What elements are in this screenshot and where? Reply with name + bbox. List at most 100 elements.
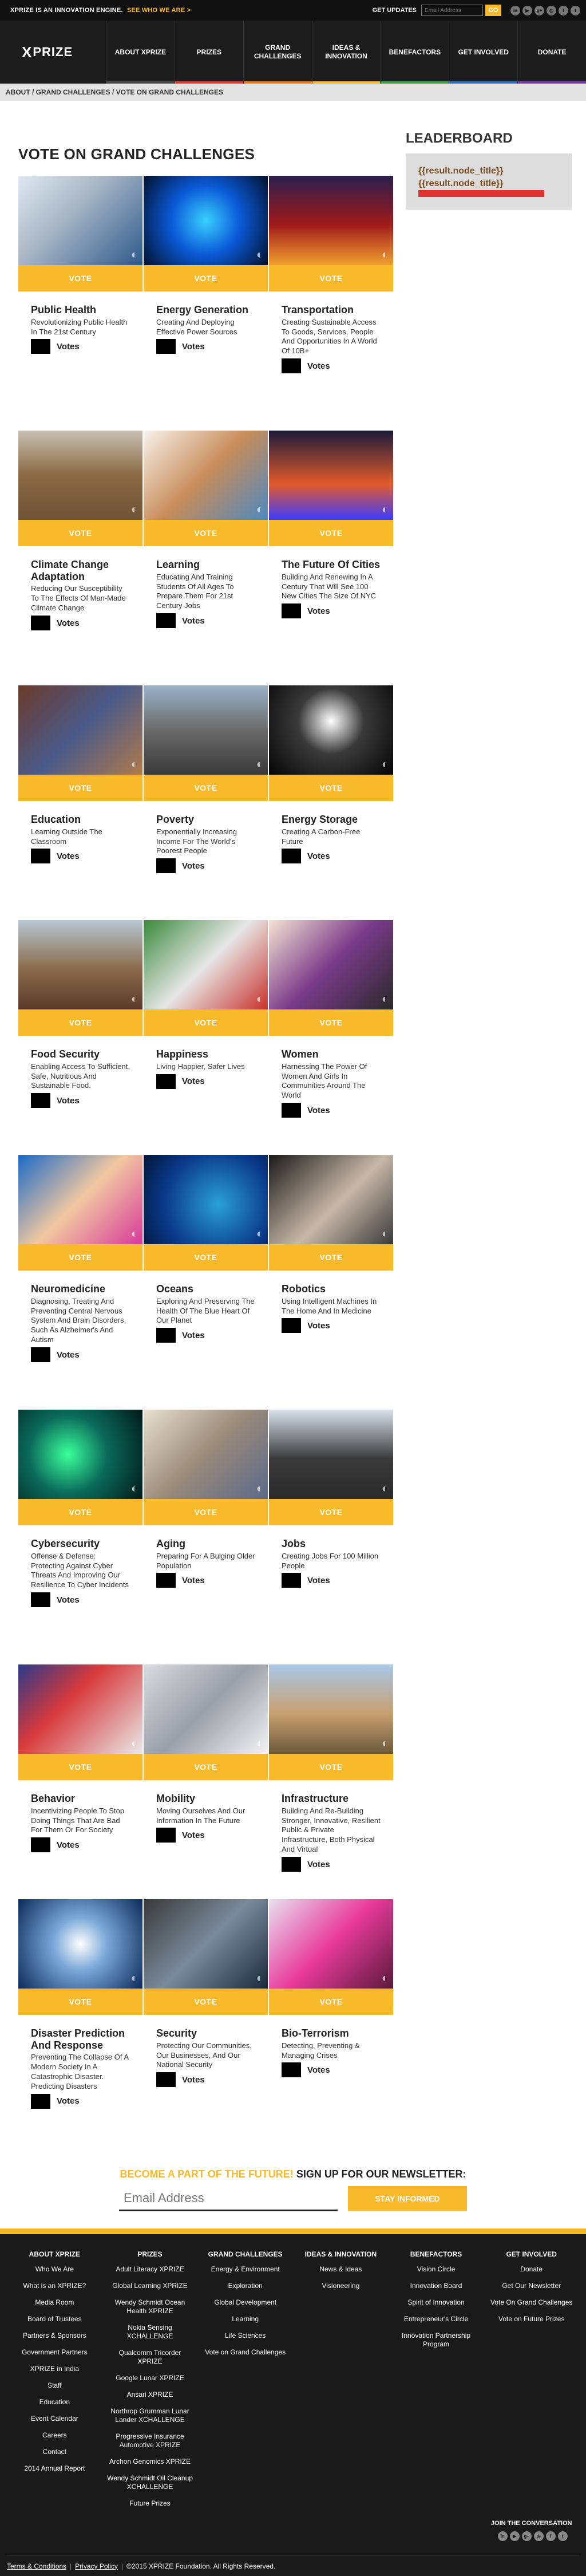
footer-link[interactable]: Staff <box>11 2381 98 2390</box>
footer-link[interactable]: Entrepreneur's Circle <box>393 2315 480 2323</box>
challenge-title[interactable]: Jobs <box>282 1538 381 1550</box>
footer-link[interactable]: Innovation Board <box>393 2282 480 2290</box>
challenge-title[interactable]: Public Health <box>31 304 130 316</box>
challenge-image[interactable]: ◐ <box>269 176 393 265</box>
vote-button[interactable]: VOTE <box>18 1754 142 1780</box>
footer-link[interactable]: Energy & Environment <box>202 2265 288 2274</box>
footer-link[interactable]: What is an XPRIZE? <box>11 2282 98 2290</box>
challenge-title[interactable]: Infrastructure <box>282 1793 381 1805</box>
nav-item-prizes[interactable]: PRIZES <box>174 21 243 84</box>
youtube-icon[interactable]: ▶ <box>509 2531 520 2541</box>
challenge-image[interactable]: ◐ <box>144 685 268 775</box>
vote-button[interactable]: VOTE <box>269 265 393 291</box>
challenge-title[interactable]: Learning <box>156 559 255 571</box>
nav-item-ideas-innovation[interactable]: IDEAS & INNOVATION <box>311 21 381 84</box>
vote-button[interactable]: VOTE <box>18 1989 142 2015</box>
challenge-title[interactable]: Mobility <box>156 1793 255 1805</box>
challenge-image[interactable]: ◐ <box>18 176 142 265</box>
xprize-logo[interactable]: X PRIZE <box>0 21 106 84</box>
stay-informed-button[interactable]: STAY INFORMED <box>348 2186 467 2211</box>
vote-button[interactable]: VOTE <box>269 1754 393 1780</box>
challenge-image[interactable]: ◐ <box>18 431 142 520</box>
challenge-image[interactable]: ◐ <box>269 431 393 520</box>
vote-button[interactable]: VOTE <box>18 775 142 801</box>
vote-button[interactable]: VOTE <box>18 520 142 546</box>
footer-link[interactable]: Education <box>11 2398 98 2407</box>
challenge-image[interactable]: ◐ <box>144 1155 268 1244</box>
breadcrumb[interactable]: ABOUT / GRAND CHALLENGES / VOTE ON GRAND… <box>0 84 586 101</box>
instagram-icon[interactable]: ◎ <box>547 5 556 15</box>
twitter-icon[interactable]: t <box>571 5 580 15</box>
footer-link[interactable]: Government Partners <box>11 2348 98 2357</box>
leaderboard-item[interactable]: {{result.node_title}} <box>418 165 559 177</box>
footer-link[interactable]: Adult Literacy XPRIZE <box>107 2265 193 2274</box>
vote-button[interactable]: VOTE <box>144 1499 268 1525</box>
footer-link[interactable]: 2014 Annual Report <box>11 2464 98 2473</box>
leaderboard-item[interactable]: {{result.node_title}} <box>418 177 559 190</box>
vote-button[interactable]: VOTE <box>144 1244 268 1271</box>
nav-item-grand-challenges[interactable]: GRAND CHALLENGES <box>243 21 312 84</box>
vote-button[interactable]: VOTE <box>144 265 268 291</box>
vote-button[interactable]: VOTE <box>269 1499 393 1525</box>
challenge-title[interactable]: Transportation <box>282 304 381 316</box>
challenge-image[interactable]: ◐ <box>269 1664 393 1754</box>
vote-button[interactable]: VOTE <box>144 775 268 801</box>
footer-link[interactable]: Contact <box>11 2448 98 2456</box>
footer-link[interactable]: Qualcomm Tricorder XPRIZE <box>107 2349 193 2366</box>
challenge-image[interactable]: ◐ <box>18 685 142 775</box>
challenge-image[interactable]: ◐ <box>269 920 393 1009</box>
challenge-title[interactable]: Education <box>31 814 130 826</box>
challenge-image[interactable]: ◐ <box>144 920 268 1009</box>
twitter-icon[interactable]: t <box>557 2531 568 2541</box>
footer-link[interactable]: Vision Circle <box>393 2265 480 2274</box>
vote-button[interactable]: VOTE <box>144 1754 268 1780</box>
challenge-image[interactable]: ◐ <box>269 1155 393 1244</box>
vote-button[interactable]: VOTE <box>269 775 393 801</box>
challenge-image[interactable]: ◐ <box>269 685 393 775</box>
privacy-link[interactable]: Privacy Policy <box>75 2562 118 2570</box>
challenge-title[interactable]: Climate Change Adaptation <box>31 559 130 582</box>
challenge-title[interactable]: Food Security <box>31 1048 130 1060</box>
challenge-title[interactable]: Bio-Terrorism <box>282 2027 381 2040</box>
footer-link[interactable]: XPRIZE in India <box>11 2365 98 2373</box>
footer-link[interactable]: Event Calendar <box>11 2415 98 2423</box>
footer-link[interactable]: Who We Are <box>11 2265 98 2274</box>
go-button[interactable]: GO <box>485 5 501 16</box>
footer-link[interactable]: Exploration <box>202 2282 288 2290</box>
challenge-title[interactable]: Cybersecurity <box>31 1538 130 1550</box>
footer-link[interactable]: Vote On Grand Challenges <box>488 2298 575 2307</box>
vote-button[interactable]: VOTE <box>18 1499 142 1525</box>
googleplus-icon[interactable]: g+ <box>521 2531 532 2541</box>
footer-link[interactable]: News & Ideas <box>298 2265 384 2274</box>
googleplus-icon[interactable]: g+ <box>534 5 544 15</box>
challenge-image[interactable]: ◐ <box>18 1664 142 1754</box>
footer-link[interactable]: Global Learning XPRIZE <box>107 2282 193 2290</box>
vote-button[interactable]: VOTE <box>269 1989 393 2015</box>
footer-link[interactable]: Ansari XPRIZE <box>107 2390 193 2399</box>
nav-item-donate[interactable]: DONATE <box>517 21 586 84</box>
vote-button[interactable]: VOTE <box>144 520 268 546</box>
challenge-image[interactable]: ◐ <box>18 1410 142 1499</box>
challenge-title[interactable]: The Future Of Cities <box>282 559 381 571</box>
see-who-we-are-link[interactable]: SEE WHO WE ARE > <box>127 7 191 14</box>
vote-button[interactable]: VOTE <box>144 1009 268 1036</box>
footer-link[interactable]: Vote on Grand Challenges <box>202 2348 288 2357</box>
challenge-image[interactable]: ◐ <box>144 431 268 520</box>
footer-link[interactable]: Donate <box>488 2265 575 2274</box>
challenge-title[interactable]: Poverty <box>156 814 255 826</box>
challenge-title[interactable]: Neuromedicine <box>31 1283 130 1295</box>
challenge-image[interactable]: ◐ <box>18 1155 142 1244</box>
challenge-image[interactable]: ◐ <box>144 1899 268 1989</box>
footer-link[interactable]: Future Prizes <box>107 2499 193 2508</box>
footer-heading[interactable]: GET INVOLVED <box>488 2250 575 2258</box>
footer-link[interactable]: Google Lunar XPRIZE <box>107 2374 193 2382</box>
footer-link[interactable]: Learning <box>202 2315 288 2323</box>
vote-button[interactable]: VOTE <box>269 520 393 546</box>
newsletter-email-input[interactable] <box>119 2186 338 2211</box>
linkedin-icon[interactable]: in <box>497 2531 508 2541</box>
nav-item-benefactors[interactable]: BENEFACTORS <box>380 21 449 84</box>
footer-link[interactable]: Board of Trustees <box>11 2315 98 2323</box>
vote-button[interactable]: VOTE <box>18 1009 142 1036</box>
challenge-image[interactable]: ◐ <box>144 176 268 265</box>
footer-link[interactable]: Northrop Grumman Lunar Lander XCHALLENGE <box>107 2407 193 2424</box>
